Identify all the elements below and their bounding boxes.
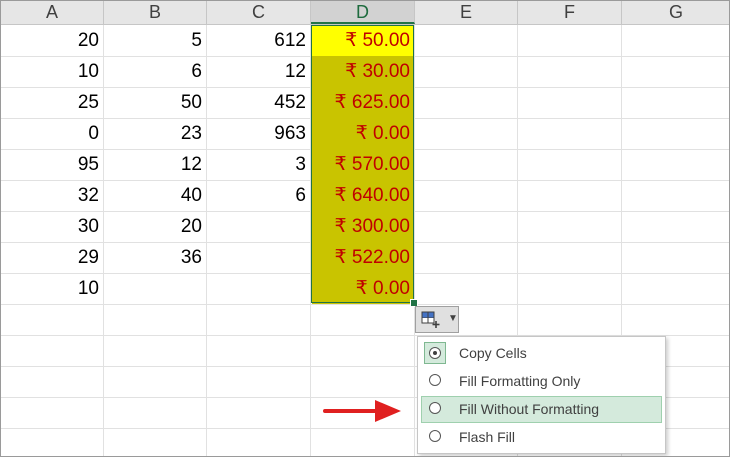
autofill-options-button[interactable]: ▼ [415,306,459,333]
cell-a1[interactable]: 20 [1,25,103,56]
cell-d8[interactable]: ₹ 522.00 [312,242,414,273]
cell-b5[interactable]: 12 [104,149,206,180]
menu-item-label: Flash Fill [459,429,516,445]
radio-icon [429,430,441,442]
menu-item-fill-without-formatting[interactable]: Fill Without Formatting [421,396,662,423]
cell-c3[interactable]: 452 [207,87,310,118]
cell-b2[interactable]: 6 [104,56,206,87]
gridline [310,25,311,456]
gridline [1,304,729,305]
cell-c6[interactable]: 6 [207,180,310,211]
radio-icon [429,402,441,414]
column-header-c[interactable]: C [207,1,311,24]
radio-icon [429,374,441,386]
column-header-e[interactable]: E [415,1,518,24]
cell-c2[interactable]: 12 [207,56,310,87]
menu-item-fill-formatting-only[interactable]: Fill Formatting Only [421,368,662,395]
cell-b8[interactable]: 36 [104,242,206,273]
cell-a5[interactable]: 95 [1,149,103,180]
cell-d5[interactable]: ₹ 570.00 [312,149,414,180]
radio-checked-icon [424,342,446,364]
menu-item-flash-fill[interactable]: Flash Fill [421,424,662,451]
column-header-d[interactable]: D [311,1,415,24]
cell-d9[interactable]: ₹ 0.00 [312,273,414,304]
cell-a7[interactable]: 30 [1,211,103,242]
cell-d6[interactable]: ₹ 640.00 [312,180,414,211]
cell-d2[interactable]: ₹ 30.00 [312,56,414,87]
column-header-a[interactable]: A [1,1,104,24]
red-arrow-icon [323,400,401,422]
cell-a9[interactable]: 10 [1,273,103,304]
cell-c4[interactable]: 963 [207,118,310,149]
cell-b6[interactable]: 40 [104,180,206,211]
column-header-row: A B C D E F G [1,1,729,25]
menu-item-copy-cells[interactable]: Copy Cells [421,340,662,367]
cell-a8[interactable]: 29 [1,242,103,273]
column-header-f[interactable]: F [518,1,622,24]
cell-c1[interactable]: 612 [207,25,310,56]
gridline [414,25,415,456]
cell-c5[interactable]: 3 [207,149,310,180]
column-header-g[interactable]: G [622,1,729,24]
cell-d7[interactable]: ₹ 300.00 [312,211,414,242]
menu-item-label: Copy Cells [459,345,527,361]
autofill-options-icon [421,311,440,328]
cell-a3[interactable]: 25 [1,87,103,118]
cell-b4[interactable]: 23 [104,118,206,149]
autofill-options-menu: Copy Cells Fill Formatting Only Fill Wit… [417,336,666,454]
cell-d1[interactable]: ₹ 50.00 [312,25,414,56]
cell-a2[interactable]: 10 [1,56,103,87]
menu-item-label: Fill Without Formatting [459,401,600,417]
cell-d4[interactable]: ₹ 0.00 [312,118,414,149]
cell-d3[interactable]: ₹ 625.00 [312,87,414,118]
cell-a4[interactable]: 0 [1,118,103,149]
cell-b7[interactable]: 20 [104,211,206,242]
cell-a6[interactable]: 32 [1,180,103,211]
cell-b1[interactable]: 5 [104,25,206,56]
cell-b3[interactable]: 50 [104,87,206,118]
column-header-b[interactable]: B [104,1,207,24]
chevron-down-icon: ▼ [448,313,458,324]
menu-item-label: Fill Formatting Only [459,373,581,389]
spreadsheet-grid: A B C D E F G 20 10 25 0 95 32 30 29 10 … [0,0,730,457]
